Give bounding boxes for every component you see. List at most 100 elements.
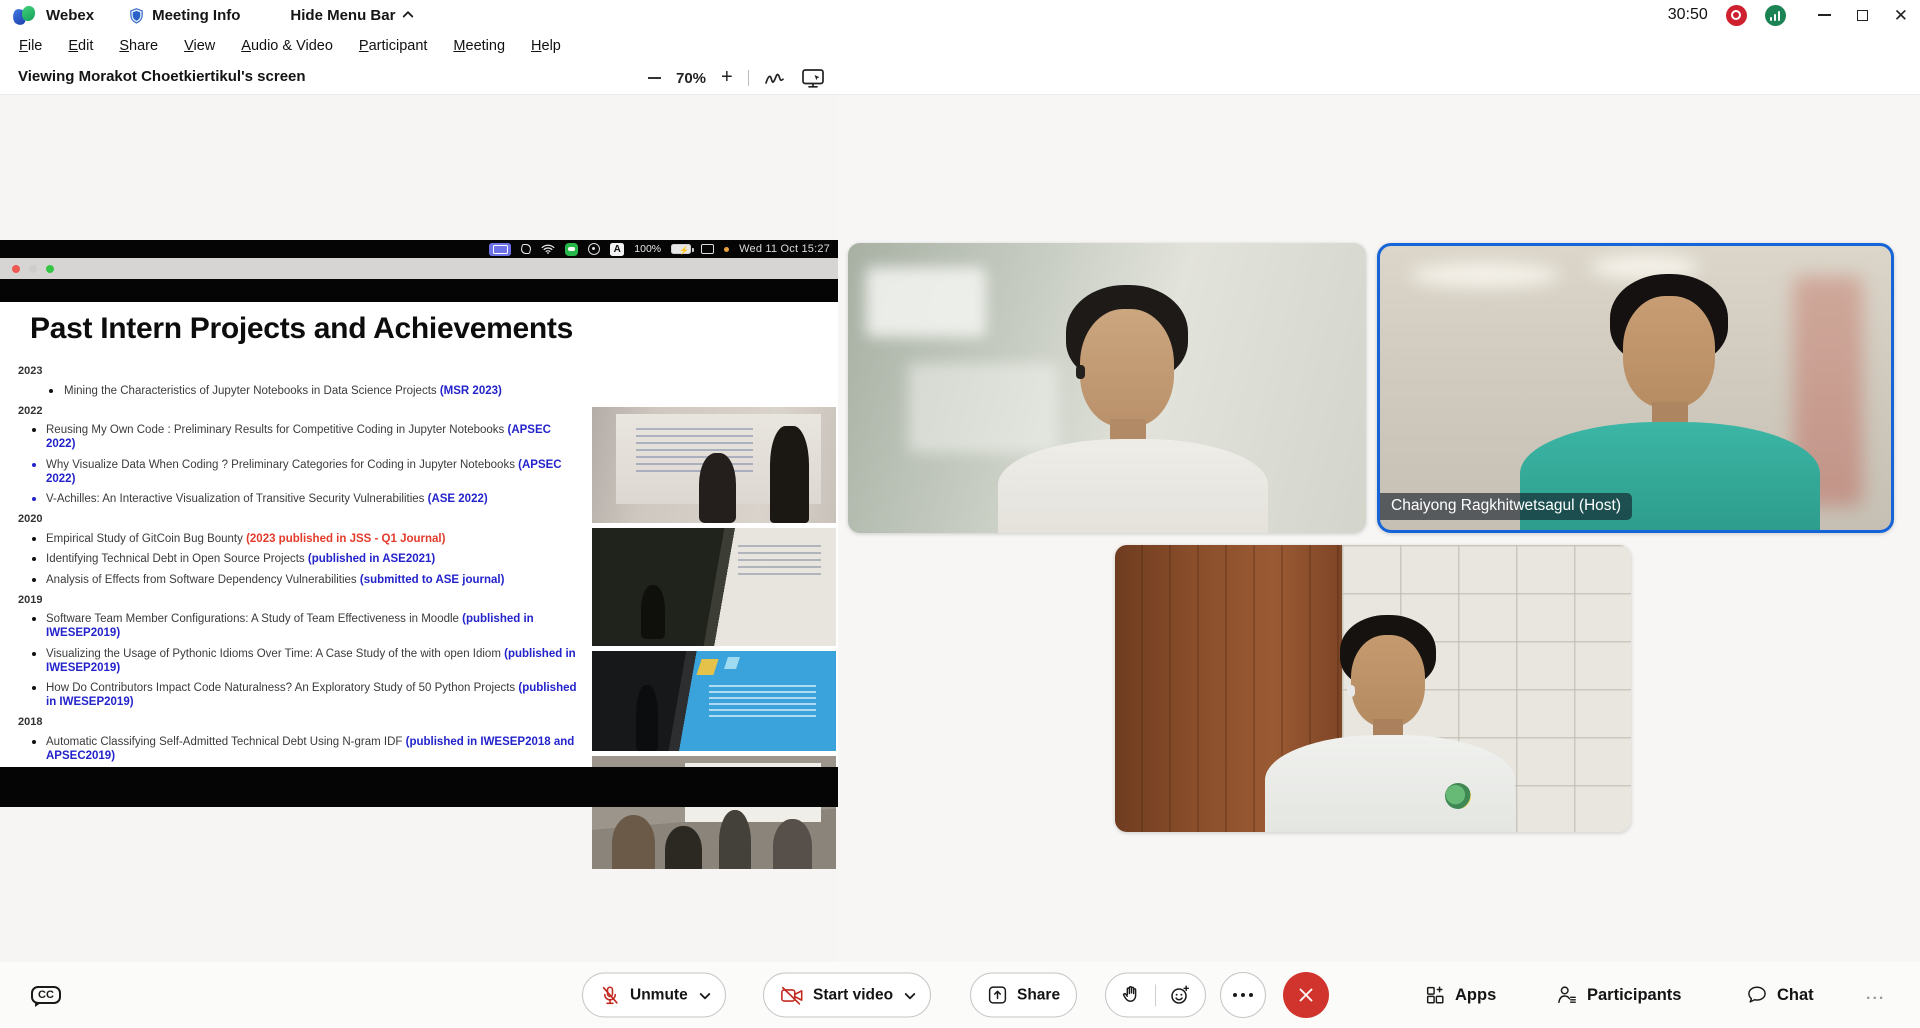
start-video-label: Start video [813,986,893,1004]
chevron-up-icon [403,11,414,22]
menu-share[interactable]: Share [106,33,171,59]
menu-meeting[interactable]: Meeting [440,33,518,59]
zoom-in-button[interactable]: + [721,67,733,87]
zoom-level[interactable]: 70% [676,70,706,87]
raise-hand-icon[interactable] [1120,984,1143,1007]
share-button[interactable]: Share [970,973,1077,1018]
reactions-pill [1105,973,1206,1018]
zoom-out-button[interactable] [648,77,661,79]
slide-year: 2019 [18,594,578,606]
unmute-label: Unmute [630,986,688,1004]
battery-percent: 100% [634,243,661,255]
menu-file[interactable]: File [6,33,55,59]
slide-bottom-letterbox [0,767,838,807]
background-window [866,267,986,337]
publication-link: (ASE 2022) [428,493,488,505]
divider [748,70,749,86]
restore-button[interactable] [1857,10,1868,21]
participants-label: Participants [1587,986,1681,1005]
thumbnail-photo-3 [592,651,836,751]
slide-bullet-item: Visualizing the Usage of Pythonic Idioms… [18,647,578,675]
shared-window-titlebar [0,258,838,279]
slide-bullet-item: Reusing My Own Code : Preliminary Result… [18,423,578,451]
chevron-down-icon[interactable] [699,988,710,999]
reactions-smiley-icon[interactable] [1168,984,1191,1007]
slide-sections: 2023Mining the Characteristics of Jupyte… [18,358,578,790]
share-label: Share [1017,986,1060,1004]
shield-icon [128,6,145,25]
share-screen-icon [987,985,1008,1006]
remote-control-icon[interactable] [801,68,825,89]
slide-bullet-item: Automatic Classifying Self-Admitted Tech… [18,735,578,763]
chat-button[interactable]: Chat [1746,984,1814,1006]
slide-bullet-item: Why Visualize Data When Coding ? Prelimi… [18,458,578,486]
apps-button[interactable]: Apps [1424,984,1496,1006]
publication-link: (submitted to ASE journal) [360,574,505,586]
start-video-button[interactable]: Start video [763,973,931,1018]
host-video-tile-active-speaker[interactable]: Chaiyong Ragkhitwetsagul (Host) [1377,243,1894,533]
minimize-button[interactable] [1818,14,1831,16]
line-app-icon [565,243,578,256]
chat-label: Chat [1777,986,1814,1005]
menu-bar: File Edit Share View Audio & Video Parti… [0,30,1920,62]
chat-bubble-icon [1746,984,1768,1006]
slide-bullet-item: How Do Contributors Impact Code Naturaln… [18,681,578,709]
shared-screen-pane[interactable]: A 100% ⚡ Wed 11 Oct 15:27 Past Intern Pr… [0,95,838,962]
mac-datetime: Wed 11 Oct 15:27 [739,243,830,255]
leave-meeting-button[interactable] [1283,972,1329,1018]
slide-title: Past Intern Projects and Achievements [30,312,573,346]
presentation-slide: Past Intern Projects and Achievements 20… [0,302,838,767]
display-icon [701,244,714,254]
webex-logo-icon [12,5,38,26]
webex-meeting-window: Webex Meeting Info Hide Menu Bar 30:50 ✕… [0,0,1920,1028]
menu-help[interactable]: Help [518,33,574,59]
app-name: Webex [46,7,94,24]
window-titlebar: Webex Meeting Info Hide Menu Bar 30:50 ✕ [0,0,1920,30]
hide-menu-bar-label: Hide Menu Bar [290,7,395,24]
slide-year: 2022 [18,405,578,417]
closed-captions-button[interactable]: CC [26,978,66,1012]
microphone-muted-icon [599,984,621,1006]
divider [1155,984,1156,1006]
close-x-icon [1297,986,1315,1004]
annotate-icon[interactable] [764,68,786,88]
camera-off-icon [780,984,804,1006]
apps-grid-icon [1424,984,1446,1006]
participants-button[interactable]: Participants [1556,984,1681,1006]
input-source-icon: A [610,243,624,256]
slide-bullet-item: Analysis of Effects from Software Depend… [18,573,578,587]
menu-audio-video[interactable]: Audio & Video [228,33,346,59]
slide-year: 2023 [18,365,578,377]
close-button[interactable]: ✕ [1894,7,1908,24]
mac-minimize-dot [29,265,37,273]
menu-participant[interactable]: Participant [346,33,441,59]
hotspot-icon [588,243,600,255]
unmute-button[interactable]: Unmute [582,973,726,1018]
publication-link: (2023 published in JSS - Q1 Journal) [246,533,445,545]
recording-indicator-icon[interactable] [1726,5,1747,26]
apps-label: Apps [1455,986,1496,1005]
more-options-button[interactable] [1220,972,1266,1018]
mac-zoom-dot [46,265,54,273]
participant-video-tile[interactable] [848,243,1366,533]
menu-edit[interactable]: Edit [55,33,106,59]
menu-view[interactable]: View [171,33,228,59]
thumbnail-photo-2 [592,528,836,646]
meeting-control-bar: CC Unmute Start video Share [0,962,1920,1028]
slide-bullet-item: Software Team Member Configurations: A S… [18,612,578,640]
participant-name-label: Chaiyong Ragkhitwetsagul (Host) [1380,493,1632,520]
lasso-tool-icon [520,244,532,254]
slide-bullet-item: V-Achilles: An Interactive Visualization… [18,492,578,506]
meeting-info-label: Meeting Info [152,7,240,24]
meeting-info-button[interactable]: Meeting Info [128,6,240,25]
hide-menu-bar-button[interactable]: Hide Menu Bar [290,7,412,24]
shared-mac-menubar: A 100% ⚡ Wed 11 Oct 15:27 [0,240,838,258]
control-bar-overflow[interactable]: ... [1866,986,1885,1004]
participant-video-tile[interactable] [1115,545,1631,832]
chevron-down-icon[interactable] [904,988,915,999]
slide-year: 2020 [18,513,578,525]
participants-icon [1556,984,1578,1006]
slide-top-letterbox [0,279,838,302]
connection-quality-icon[interactable] [1765,5,1786,26]
slide-year: 2018 [18,716,578,728]
